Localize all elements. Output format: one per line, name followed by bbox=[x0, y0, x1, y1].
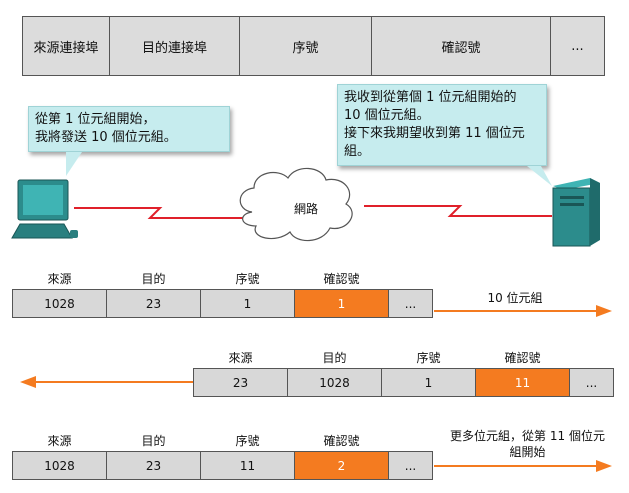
row1-note: 10 位元組 bbox=[487, 291, 543, 305]
server-icon bbox=[552, 178, 600, 247]
row1-sequence-value: 1 bbox=[200, 289, 295, 318]
row1-label-sequence: 序號 bbox=[235, 272, 260, 286]
receiver-callout-tail bbox=[527, 166, 552, 186]
row3-more: ... bbox=[388, 451, 433, 480]
row3-sequence-value: 11 bbox=[200, 451, 295, 480]
row1-more: ... bbox=[388, 289, 433, 318]
computer-icon bbox=[11, 179, 78, 239]
row2-source-value: 23 bbox=[193, 368, 288, 397]
row1-label-source: 來源 bbox=[47, 272, 72, 286]
row3-label-destination: 目的 bbox=[141, 434, 166, 448]
network-label: 網路 bbox=[293, 202, 318, 216]
row1-label-ack: 確認號 bbox=[323, 272, 360, 286]
row3-label-sequence: 序號 bbox=[235, 434, 260, 448]
row2-more: ... bbox=[569, 368, 614, 397]
row3-note: 更多位元組，從第 11 個位元 組開始 bbox=[450, 429, 605, 459]
row3-label-source: 來源 bbox=[47, 434, 72, 448]
link-left bbox=[74, 207, 246, 219]
arrow-right-1 bbox=[434, 305, 612, 317]
sender-callout-tail bbox=[66, 152, 82, 176]
row2-label-destination: 目的 bbox=[322, 351, 347, 365]
row1-destination-value: 23 bbox=[106, 289, 201, 318]
row1-source-value: 1028 bbox=[12, 289, 107, 318]
row2-label-sequence: 序號 bbox=[416, 351, 441, 365]
row1-ack-value: 1 bbox=[294, 289, 389, 318]
arrow-left-2 bbox=[20, 376, 196, 388]
row2-label-ack: 確認號 bbox=[504, 351, 541, 365]
arrow-right-3 bbox=[434, 460, 612, 472]
row3-label-ack: 確認號 bbox=[323, 434, 360, 448]
row3-source-value: 1028 bbox=[12, 451, 107, 480]
link-right bbox=[364, 205, 552, 217]
row3-ack-value: 2 bbox=[294, 451, 389, 480]
row3-destination-value: 23 bbox=[106, 451, 201, 480]
row2-sequence-value: 1 bbox=[381, 368, 476, 397]
row1-label-destination: 目的 bbox=[141, 272, 166, 286]
row2-label-source: 來源 bbox=[228, 351, 253, 365]
row2-ack-value: 11 bbox=[475, 368, 570, 397]
row2-destination-value: 1028 bbox=[287, 368, 382, 397]
network-diagram bbox=[11, 152, 612, 472]
